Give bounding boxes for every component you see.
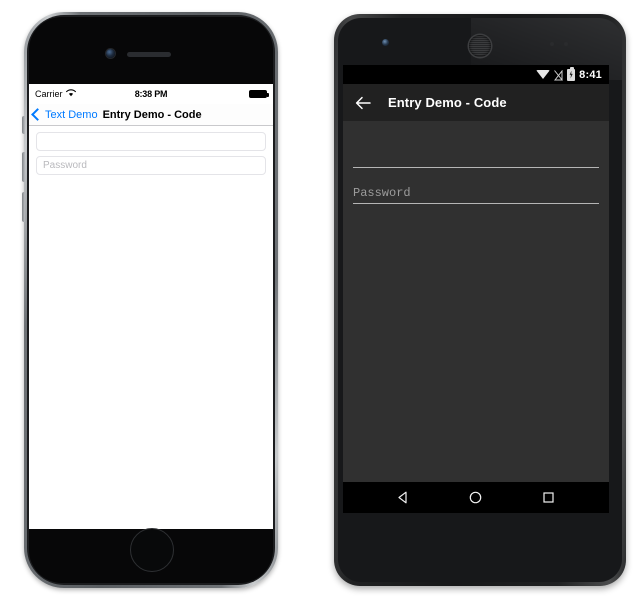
signal-no-sim-icon xyxy=(554,69,564,81)
arrow-left-icon[interactable] xyxy=(354,94,372,112)
entry-field[interactable] xyxy=(36,132,266,151)
ios-status-right xyxy=(167,90,269,98)
earpiece-speaker xyxy=(469,35,491,57)
home-button[interactable] xyxy=(130,528,174,572)
password-field-placeholder: Password xyxy=(43,160,87,171)
entry-field[interactable] xyxy=(353,141,599,168)
battery-charging-icon xyxy=(567,66,576,81)
back-button-label: Text Demo xyxy=(45,108,98,121)
ios-content-area: Password xyxy=(29,126,273,529)
android-screen: 8:41 Entry Demo - Code Password xyxy=(343,65,609,513)
password-field[interactable]: Password xyxy=(36,156,266,175)
chevron-left-icon xyxy=(31,108,44,121)
charging-bolt-icon xyxy=(569,70,573,79)
battery-full-icon xyxy=(249,90,269,98)
back-button[interactable]: Text Demo xyxy=(31,108,98,121)
page-title: Entry Demo - Code xyxy=(102,108,202,121)
square-recents-icon[interactable] xyxy=(532,482,566,513)
password-field[interactable]: Password xyxy=(353,177,599,204)
ios-clock: 8:38 PM xyxy=(134,89,168,99)
android-status-bar: 8:41 xyxy=(343,65,609,84)
android-clock: 8:41 xyxy=(579,68,602,81)
page-title: Entry Demo - Code xyxy=(388,95,507,110)
front-camera-icon xyxy=(106,49,115,58)
ios-status-bar: Carrier 8:38 PM xyxy=(29,84,273,104)
wifi-icon xyxy=(65,89,76,99)
ios-carrier-label: Carrier xyxy=(35,89,63,99)
android-content-area: Password xyxy=(343,121,609,482)
proximity-sensor xyxy=(550,42,554,46)
triangle-back-icon[interactable] xyxy=(386,482,420,513)
ios-nav-bar: Text Demo Entry Demo - Code xyxy=(29,104,273,126)
wifi-icon xyxy=(536,70,551,79)
light-sensor xyxy=(564,42,568,46)
iphone-volume-down-button[interactable] xyxy=(22,192,25,222)
android-device-frame: 8:41 Entry Demo - Code Password xyxy=(334,14,626,586)
front-camera-icon xyxy=(382,39,389,46)
earpiece-speaker xyxy=(127,52,171,57)
iphone-device-frame: Carrier 8:38 PM Text Demo Entry Demo - C… xyxy=(22,12,278,588)
iphone-screen: Carrier 8:38 PM Text Demo Entry Demo - C… xyxy=(29,84,273,529)
iphone-silent-switch[interactable] xyxy=(22,116,25,134)
iphone-volume-up-button[interactable] xyxy=(22,152,25,182)
ios-status-left: Carrier xyxy=(35,89,135,99)
android-toolbar: Entry Demo - Code xyxy=(343,84,609,121)
circle-home-icon[interactable] xyxy=(459,482,493,513)
password-field-placeholder: Password xyxy=(353,186,411,200)
android-nav-bar xyxy=(343,482,609,513)
